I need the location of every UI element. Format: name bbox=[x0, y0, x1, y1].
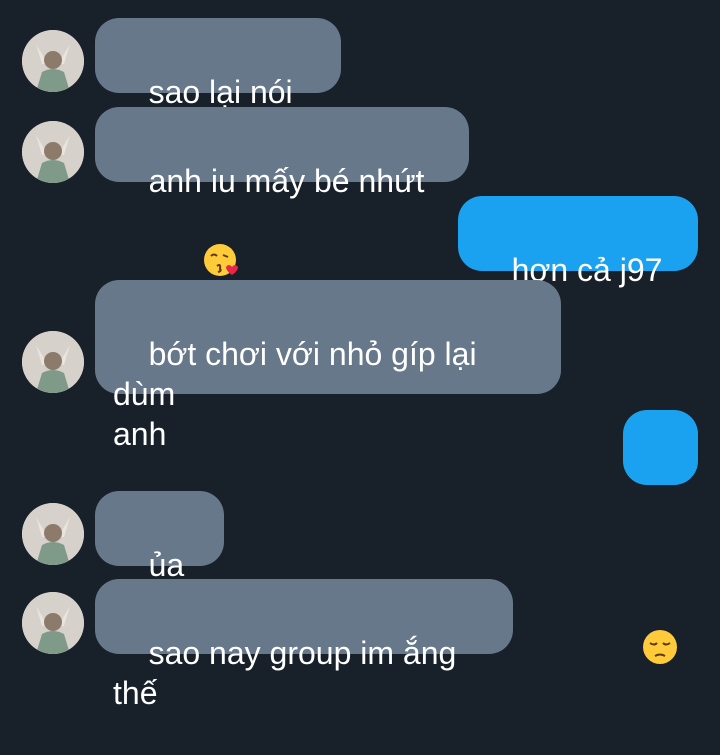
avatar[interactable] bbox=[22, 30, 84, 92]
avatar[interactable] bbox=[22, 121, 84, 183]
message-text: bớt chơi với nhỏ gíp lại dùm anh bbox=[113, 336, 477, 452]
message-bubble[interactable]: ủa mà bbox=[95, 491, 224, 623]
avatar[interactable] bbox=[22, 592, 84, 654]
avatar[interactable] bbox=[22, 331, 84, 393]
message-bubble[interactable]: bớt chơi với nhỏ gíp lại dùm anh bbox=[95, 280, 561, 452]
message-bubble[interactable] bbox=[623, 410, 698, 664]
pensive-face-emoji bbox=[641, 548, 680, 715]
message-bubble[interactable]: anh iu mấy bé nhứt bbox=[95, 107, 469, 276]
message-text: sao nay group im ắng thế bbox=[113, 635, 466, 711]
message-text: anh iu mấy bé nhứt bbox=[148, 163, 425, 199]
message-bubble[interactable]: sao nay group im ắng thế bbox=[95, 579, 513, 711]
avatar[interactable] bbox=[22, 503, 84, 565]
message-bubble[interactable]: hơn cả j97 hỏ bbox=[458, 196, 698, 328]
message-bubble[interactable]: sao lại nói thế bbox=[95, 18, 341, 150]
